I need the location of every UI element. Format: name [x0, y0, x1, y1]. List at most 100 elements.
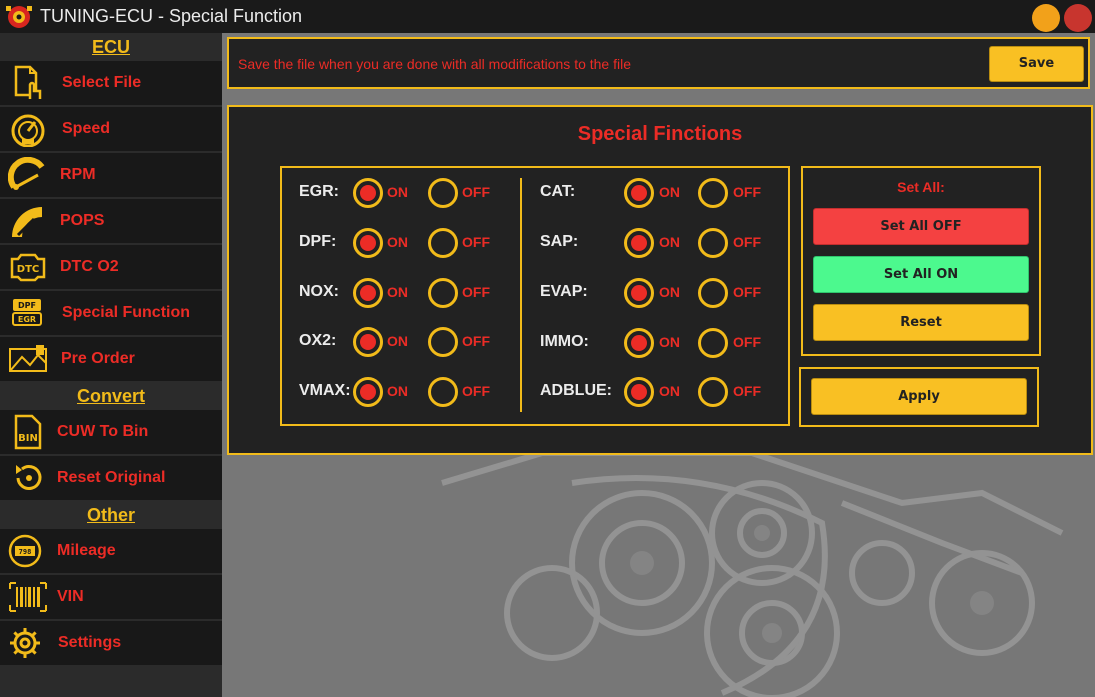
sidebar-item-dtc-o2[interactable]: DTC DTC O2	[0, 245, 222, 289]
sidebar-item-label: Reset Original	[57, 469, 166, 486]
file-touch-icon	[14, 65, 42, 99]
app-logo-icon	[6, 6, 32, 28]
off-label: OFF	[733, 383, 761, 399]
on-label: ON	[659, 284, 680, 300]
odometer-icon: 798	[8, 534, 42, 568]
options-box: EGR: ON OFF DPF: ON OFF NOX: ON OFF OX2:…	[280, 166, 790, 426]
nox-on-radio[interactable]	[353, 278, 383, 308]
sidebar-item-reset-original[interactable]: Reset Original	[0, 456, 222, 500]
speedometer-icon	[11, 114, 45, 147]
set-all-title: Set All:	[897, 179, 945, 195]
sidebar-item-speed[interactable]: Speed	[0, 107, 222, 151]
sidebar-heading-convert: Convert	[0, 382, 222, 410]
option-row-immo: IMMO: ON OFF	[540, 326, 780, 360]
option-row-vmax: VMAX: ON OFF	[299, 375, 519, 409]
off-label: OFF	[733, 234, 761, 250]
sidebar-item-settings[interactable]: Settings	[0, 621, 222, 665]
save-button[interactable]: Save	[989, 46, 1084, 82]
set-all-on-button[interactable]: Set All ON	[813, 256, 1029, 293]
sidebar-item-label: VIN	[57, 588, 84, 605]
off-label: OFF	[462, 284, 490, 300]
close-button[interactable]	[1064, 4, 1092, 32]
apply-button[interactable]: Apply	[811, 378, 1027, 415]
reset-button[interactable]: Reset	[813, 304, 1029, 341]
title-bar: TUNING-ECU - Special Function	[0, 0, 1095, 33]
save-message: Save the file when you are done with all…	[238, 56, 632, 72]
on-label: ON	[659, 234, 680, 250]
on-label: ON	[387, 184, 408, 200]
immo-off-radio[interactable]	[698, 328, 728, 358]
off-label: OFF	[462, 333, 490, 349]
on-label: ON	[387, 333, 408, 349]
off-label: OFF	[462, 383, 490, 399]
on-label: ON	[659, 383, 680, 399]
dpf-on-radio[interactable]	[353, 228, 383, 258]
cat-on-radio[interactable]	[624, 178, 654, 208]
option-label: ADBLUE:	[540, 382, 612, 399]
sidebar-heading-ecu: ECU	[0, 33, 222, 61]
option-row-cat: CAT: ON OFF	[540, 176, 780, 210]
cat-off-radio[interactable]	[698, 178, 728, 208]
sap-on-radio[interactable]	[624, 228, 654, 258]
pops-gauge-icon	[12, 207, 42, 237]
sidebar-heading-other: Other	[0, 501, 222, 529]
option-row-sap: SAP: ON OFF	[540, 226, 780, 260]
nox-off-radio[interactable]	[428, 278, 458, 308]
ox2-on-radio[interactable]	[353, 327, 383, 357]
evap-off-radio[interactable]	[698, 278, 728, 308]
off-label: OFF	[733, 334, 761, 350]
egr-off-radio[interactable]	[428, 178, 458, 208]
dpf-off-radio[interactable]	[428, 228, 458, 258]
sidebar-item-label: Speed	[62, 120, 111, 137]
minimize-button[interactable]	[1032, 4, 1060, 32]
set-all-off-button[interactable]: Set All OFF	[813, 208, 1029, 245]
pre-order-icon	[9, 345, 47, 372]
sap-off-radio[interactable]	[698, 228, 728, 258]
panel-title: Special Finctions	[577, 123, 743, 145]
svg-text:798: 798	[19, 548, 32, 556]
sidebar-item-pops[interactable]: POPS	[0, 199, 222, 243]
sidebar-item-label: CUW To Bin	[57, 423, 149, 440]
sidebar-item-select-file[interactable]: Select File	[0, 61, 222, 105]
dpf-egr-icon: DPF EGR	[12, 299, 42, 326]
off-label: OFF	[462, 184, 490, 200]
vmax-off-radio[interactable]	[428, 377, 458, 407]
reset-icon	[16, 465, 42, 490]
vmax-on-radio[interactable]	[353, 377, 383, 407]
sidebar-item-cuw-to-bin[interactable]: BIN CUW To Bin	[0, 410, 222, 454]
option-label: EVAP:	[540, 283, 588, 300]
sidebar-item-label: DTC O2	[60, 258, 119, 275]
sidebar-item-label: RPM	[60, 166, 96, 183]
option-label: SAP:	[540, 233, 579, 250]
ox2-off-radio[interactable]	[428, 327, 458, 357]
option-row-adblue: ADBLUE: ON OFF	[540, 375, 780, 409]
on-label: ON	[387, 284, 408, 300]
on-label: ON	[659, 184, 680, 200]
main-content: Save the file when you are done with all…	[222, 33, 1095, 697]
egr-on-radio[interactable]	[353, 178, 383, 208]
immo-on-radio[interactable]	[624, 328, 654, 358]
option-label: CAT:	[540, 183, 576, 200]
sidebar-item-rpm[interactable]: RPM	[0, 153, 222, 197]
off-label: OFF	[733, 184, 761, 200]
sidebar-item-special-function[interactable]: DPF EGR Special Function	[0, 291, 222, 335]
on-label: ON	[387, 383, 408, 399]
adblue-off-radio[interactable]	[698, 377, 728, 407]
adblue-on-radio[interactable]	[624, 377, 654, 407]
dtc-icon: DTC	[10, 253, 46, 282]
apply-box: Apply	[799, 367, 1039, 427]
on-label: ON	[387, 234, 408, 250]
sidebar-item-label: POPS	[60, 212, 105, 229]
sidebar: ECU Select File Speed RPM POPS DTC DTC O…	[0, 33, 222, 697]
option-label: VMAX:	[299, 382, 351, 399]
sidebar-item-mileage[interactable]: 798 Mileage	[0, 529, 222, 573]
sidebar-item-vin[interactable]: VIN	[0, 575, 222, 619]
bin-file-icon: BIN	[14, 414, 42, 450]
window-title: TUNING-ECU - Special Function	[40, 6, 303, 26]
evap-on-radio[interactable]	[624, 278, 654, 308]
sidebar-item-label: Pre Order	[61, 350, 135, 367]
option-row-dpf: DPF: ON OFF	[299, 226, 519, 260]
sidebar-item-pre-order[interactable]: Pre Order	[0, 337, 222, 381]
special-functions-panel: Special Finctions EGR: ON OFF DPF: ON OF…	[227, 105, 1093, 455]
svg-text:DTC: DTC	[17, 264, 39, 275]
